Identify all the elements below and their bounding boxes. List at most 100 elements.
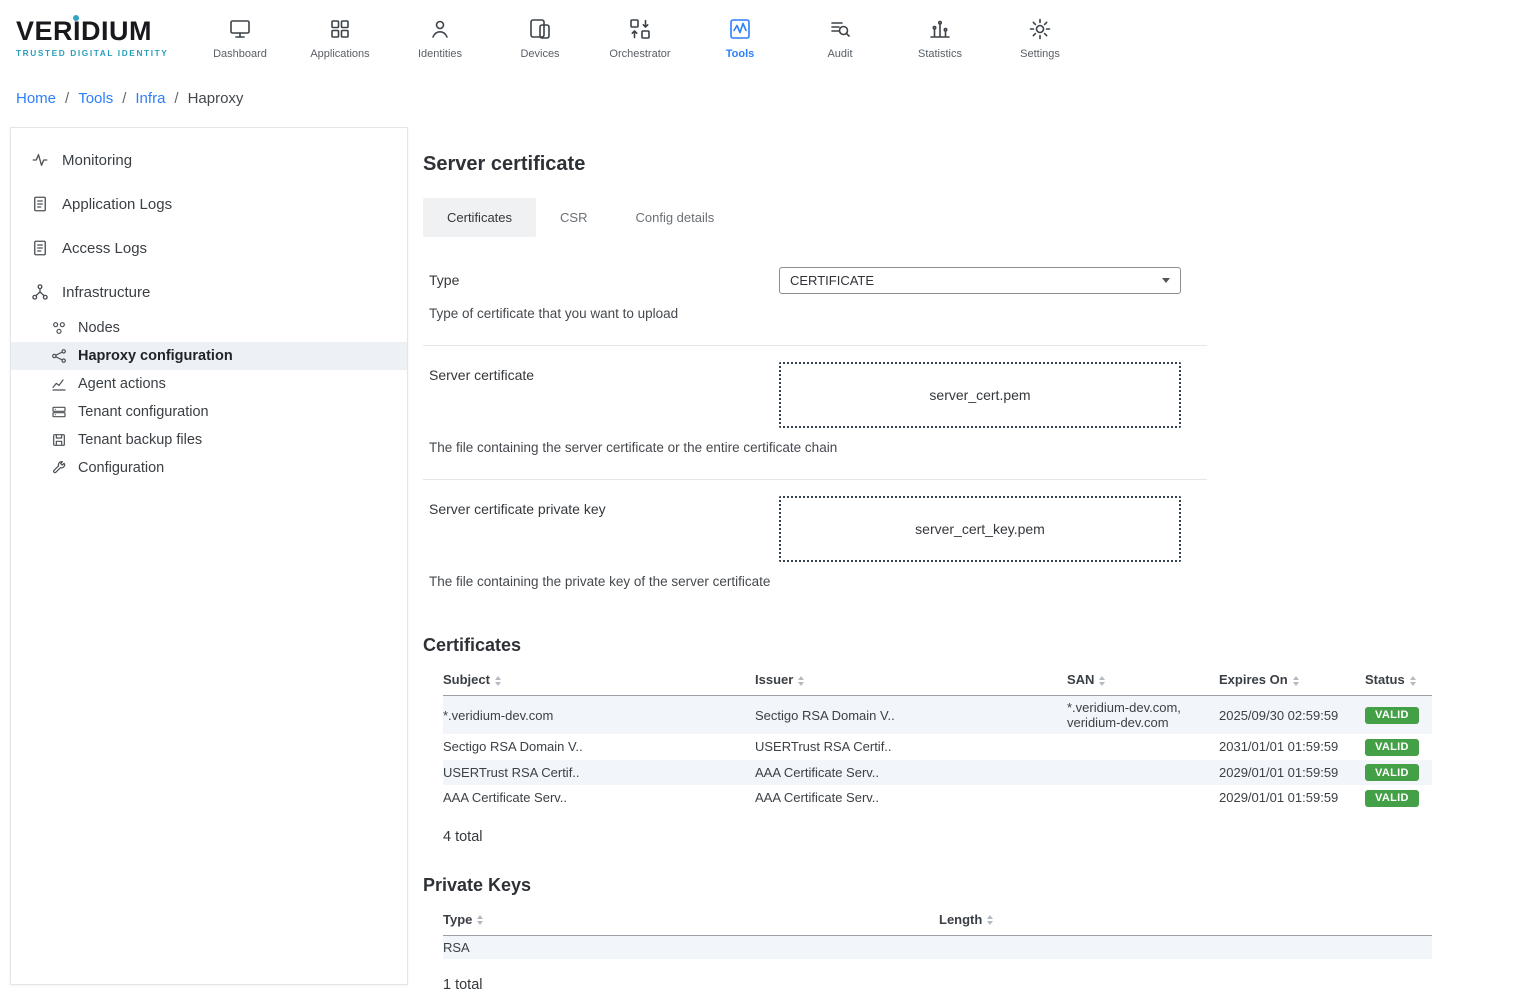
- sidebar-item-configuration[interactable]: Configuration: [11, 454, 407, 482]
- sidebar-item-label: Haproxy configuration: [78, 348, 233, 364]
- column-header-subject[interactable]: Subject: [443, 666, 755, 696]
- nav-tools[interactable]: Tools: [690, 16, 790, 60]
- sidebar-item-haproxy-configuration[interactable]: Haproxy configuration: [11, 342, 407, 370]
- certificates-total: 4 total: [443, 829, 1516, 845]
- sidebar-item-agent-actions[interactable]: Agent actions: [11, 370, 407, 398]
- nav-orchestrator[interactable]: Orchestrator: [590, 16, 690, 60]
- server-certificate-dropzone[interactable]: server_cert.pem: [779, 362, 1181, 428]
- status-badge: VALID: [1365, 707, 1419, 724]
- breadcrumb-infra[interactable]: Infra: [135, 90, 165, 107]
- brand-dot-icon: [73, 15, 79, 21]
- cell-san: [1067, 760, 1219, 786]
- private-key-dropzone[interactable]: server_cert_key.pem: [779, 496, 1181, 562]
- nav-label: Applications: [310, 48, 369, 60]
- nav-dashboard[interactable]: Dashboard: [190, 16, 290, 60]
- private-keys-table: Type Length RSA: [443, 906, 1432, 959]
- nav-label: Devices: [520, 48, 559, 60]
- server-icon: [51, 404, 67, 420]
- table-row[interactable]: RSA: [443, 935, 1432, 959]
- infrastructure-icon: [31, 283, 49, 301]
- sort-icon: [495, 676, 501, 686]
- save-icon: [51, 432, 67, 448]
- sidebar-item-monitoring[interactable]: Monitoring: [11, 138, 407, 182]
- breadcrumb-separator: /: [174, 90, 178, 107]
- nav-label: Identities: [418, 48, 462, 60]
- certificate-type-select[interactable]: CERTIFICATE: [779, 267, 1181, 294]
- nav-label: Tools: [726, 48, 755, 60]
- content-area: Monitoring Application Logs Access Logs …: [0, 127, 1516, 993]
- sidebar-item-label: Configuration: [78, 460, 164, 476]
- sidebar-item-nodes[interactable]: Nodes: [11, 314, 407, 342]
- breadcrumb-tools[interactable]: Tools: [78, 90, 113, 107]
- primary-nav: Dashboard Applications Identities Device…: [190, 16, 1090, 60]
- brand-tagline: TRUSTED DIGITAL IDENTITY: [16, 48, 178, 58]
- column-header-expires-on[interactable]: Expires On: [1219, 666, 1365, 696]
- private-key-filename: server_cert_key.pem: [915, 521, 1045, 537]
- nav-statistics[interactable]: Statistics: [890, 16, 990, 60]
- orchestrator-icon: [628, 16, 652, 42]
- cell-san: *.veridium-dev.com, veridium-dev.com: [1067, 696, 1219, 735]
- type-help-text: Type of certificate that you want to upl…: [423, 296, 1207, 337]
- table-row[interactable]: *.veridium-dev.com Sectigo RSA Domain V.…: [443, 696, 1432, 735]
- sidebar-item-label: Nodes: [78, 320, 120, 336]
- network-icon: [51, 348, 67, 364]
- nav-identities[interactable]: Identities: [390, 16, 490, 60]
- statistics-icon: [928, 16, 952, 42]
- breadcrumb-separator: /: [122, 90, 126, 107]
- sidebar-item-tenant-configuration[interactable]: Tenant configuration: [11, 398, 407, 426]
- nav-label: Statistics: [918, 48, 962, 60]
- nav-applications[interactable]: Applications: [290, 16, 390, 60]
- sidebar-item-application-logs[interactable]: Application Logs: [11, 182, 407, 226]
- cell-type: RSA: [443, 935, 939, 959]
- table-row[interactable]: AAA Certificate Serv.. AAA Certificate S…: [443, 785, 1432, 811]
- cell-subject: USERTrust RSA Certif..: [443, 760, 755, 786]
- server-certificate-label: Server certificate: [429, 362, 779, 428]
- private-key-label: Server certificate private key: [429, 496, 779, 562]
- tab-csr[interactable]: CSR: [536, 198, 611, 237]
- status-badge: VALID: [1365, 764, 1419, 781]
- cell-status: VALID: [1365, 760, 1432, 786]
- breadcrumb-current: Haproxy: [188, 90, 244, 107]
- cell-expires: 2029/01/01 01:59:59: [1219, 785, 1365, 811]
- cell-expires: 2029/01/01 01:59:59: [1219, 760, 1365, 786]
- private-keys-heading: Private Keys: [423, 875, 1516, 896]
- column-header-issuer[interactable]: Issuer: [755, 666, 1067, 696]
- gear-icon: [1028, 16, 1052, 42]
- column-header-type[interactable]: Type: [443, 906, 939, 936]
- status-badge: VALID: [1365, 739, 1419, 756]
- dashboard-icon: [228, 16, 252, 42]
- table-row[interactable]: Sectigo RSA Domain V.. USERTrust RSA Cer…: [443, 734, 1432, 760]
- table-row[interactable]: USERTrust RSA Certif.. AAA Certificate S…: [443, 760, 1432, 786]
- sidebar-item-label: Access Logs: [62, 240, 147, 257]
- certificates-heading: Certificates: [423, 635, 1516, 656]
- sidebar-item-tenant-backup-files[interactable]: Tenant backup files: [11, 426, 407, 454]
- tab-config-details[interactable]: Config details: [611, 198, 738, 237]
- nodes-icon: [51, 320, 67, 336]
- brand-name: VERIDIUM: [16, 18, 178, 45]
- tools-icon: [728, 16, 752, 42]
- document-icon: [31, 239, 49, 257]
- applications-icon: [328, 16, 352, 42]
- page-title: Server certificate: [423, 153, 1516, 176]
- sidebar-item-label: Monitoring: [62, 152, 132, 169]
- cell-expires: 2025/09/30 02:59:59: [1219, 696, 1365, 735]
- breadcrumb-home[interactable]: Home: [16, 90, 56, 107]
- main-panel: Server certificate Certificates CSR Conf…: [408, 127, 1516, 993]
- column-header-status[interactable]: Status: [1365, 666, 1432, 696]
- nav-devices[interactable]: Devices: [490, 16, 590, 60]
- brand-logo[interactable]: VERIDIUM TRUSTED DIGITAL IDENTITY: [16, 18, 178, 58]
- cell-san: [1067, 785, 1219, 811]
- nav-label: Settings: [1020, 48, 1060, 60]
- nav-audit[interactable]: Audit: [790, 16, 890, 60]
- type-label: Type: [429, 267, 779, 294]
- column-header-length[interactable]: Length: [939, 906, 1432, 936]
- sidebar-item-access-logs[interactable]: Access Logs: [11, 226, 407, 270]
- column-header-san[interactable]: SAN: [1067, 666, 1219, 696]
- tab-certificates[interactable]: Certificates: [423, 198, 536, 237]
- sidebar-item-infrastructure[interactable]: Infrastructure: [11, 270, 407, 314]
- devices-icon: [528, 16, 552, 42]
- cell-subject: *.veridium-dev.com: [443, 696, 755, 735]
- identities-icon: [428, 16, 452, 42]
- nav-settings[interactable]: Settings: [990, 16, 1090, 60]
- audit-icon: [828, 16, 852, 42]
